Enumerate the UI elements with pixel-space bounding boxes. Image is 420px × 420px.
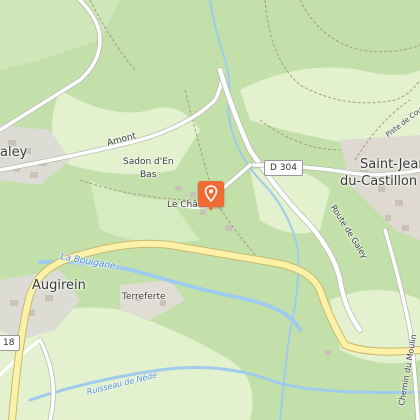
location-marker[interactable] [198,181,224,211]
map-pin-icon [204,185,218,203]
map-view[interactable]: aley Saint-Jean du-Castillon Augirein Sa… [0,0,420,420]
road-shield-edge: 18 [0,335,21,351]
road-shield-d304: D 304 [264,160,303,176]
